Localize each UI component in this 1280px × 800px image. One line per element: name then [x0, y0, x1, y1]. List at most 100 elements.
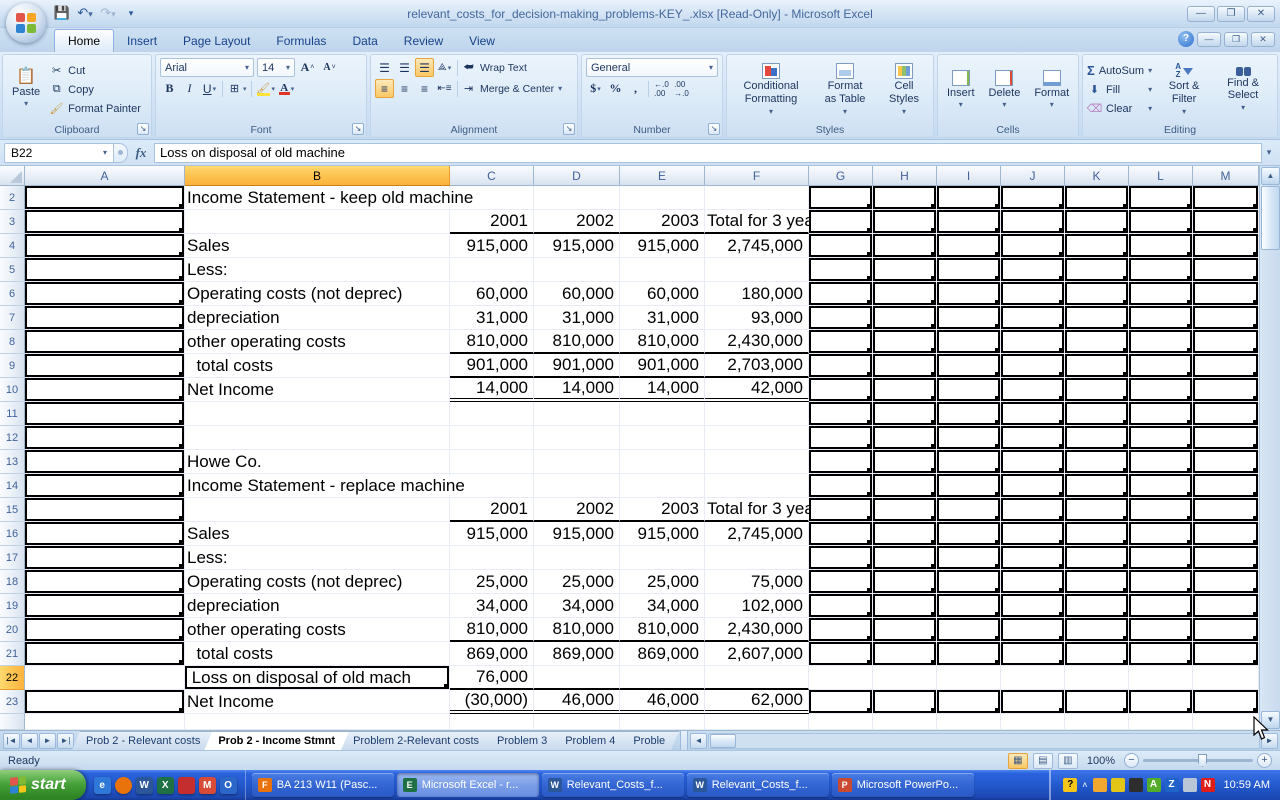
cell-G11[interactable]	[809, 402, 873, 426]
cell-J4[interactable]	[1001, 234, 1065, 258]
cell-L6[interactable]	[1129, 282, 1193, 306]
cell-M16[interactable]	[1193, 522, 1259, 546]
cell-A6[interactable]	[25, 282, 185, 306]
number-dialog-launcher-icon[interactable]: ↘	[708, 123, 720, 135]
cell-H10[interactable]	[873, 378, 937, 402]
row-header-14[interactable]: 14	[0, 474, 25, 498]
percent-style-button[interactable]: %	[606, 79, 625, 98]
row-header-17[interactable]: 17	[0, 546, 25, 570]
cell-M18[interactable]	[1193, 570, 1259, 594]
redo-icon[interactable]: ↷▾	[98, 4, 118, 23]
cell-D5[interactable]	[534, 258, 620, 282]
underline-button[interactable]: U▾	[200, 79, 219, 98]
workbook-close-button[interactable]: ✕	[1251, 32, 1275, 47]
name-box[interactable]: B22▾	[4, 143, 114, 163]
volume-tray-icon[interactable]	[1183, 778, 1197, 792]
cell-I8[interactable]	[937, 330, 1001, 354]
cell-C8[interactable]: 810,000	[450, 330, 534, 354]
increase-decimal-button[interactable]: ←.0.00	[652, 79, 671, 98]
cell-G20[interactable]	[809, 618, 873, 642]
cell-F11[interactable]	[705, 402, 809, 426]
workbook-minimize-button[interactable]: —	[1197, 32, 1221, 47]
cell-B8[interactable]: other operating costs	[185, 330, 450, 354]
cell-G23[interactable]	[809, 690, 873, 714]
cell-J5[interactable]	[1001, 258, 1065, 282]
internet-explorer-icon[interactable]: e	[94, 777, 111, 794]
cell-L19[interactable]	[1129, 594, 1193, 618]
hide-icons-chevron[interactable]: ˄	[1082, 780, 1087, 790]
sheet-tab-proble[interactable]: Proble	[619, 731, 679, 750]
outlook-icon[interactable]: O	[220, 777, 237, 794]
column-header-C[interactable]: C	[450, 166, 534, 186]
workbook-restore-button[interactable]: ❐	[1224, 32, 1248, 47]
cell-H7[interactable]	[873, 306, 937, 330]
cell-C13[interactable]	[450, 450, 534, 474]
cell-F4[interactable]: 2,745,000	[705, 234, 809, 258]
cell-L3[interactable]	[1129, 210, 1193, 234]
cell-E8[interactable]: 810,000	[620, 330, 705, 354]
cell-M4[interactable]	[1193, 234, 1259, 258]
cell-K12[interactable]	[1065, 426, 1129, 450]
cell-F22[interactable]	[705, 666, 809, 690]
cell-D4[interactable]: 915,000	[534, 234, 620, 258]
cell-E23[interactable]: 46,000	[620, 690, 705, 714]
cell-M5[interactable]	[1193, 258, 1259, 282]
cell-L22[interactable]	[1129, 666, 1193, 690]
vertical-scroll-thumb[interactable]	[1261, 186, 1280, 250]
cell-H22[interactable]	[873, 666, 937, 690]
next-sheet-button[interactable]: ►	[39, 733, 56, 749]
cell-G18[interactable]	[809, 570, 873, 594]
cell-L17[interactable]	[1129, 546, 1193, 570]
cell-A3[interactable]	[25, 210, 185, 234]
insert-function-icon[interactable]: fx	[128, 145, 154, 161]
help-icon[interactable]: ?	[1178, 31, 1194, 47]
cell-F20[interactable]: 2,430,000	[705, 618, 809, 642]
cell-I19[interactable]	[937, 594, 1001, 618]
cell-M6[interactable]	[1193, 282, 1259, 306]
cell-J7[interactable]	[1001, 306, 1065, 330]
italic-button[interactable]: I	[180, 79, 199, 98]
cell-J2[interactable]	[1001, 186, 1065, 210]
cell-K4[interactable]	[1065, 234, 1129, 258]
column-header-G[interactable]: G	[809, 166, 873, 186]
column-header-I[interactable]: I	[937, 166, 1001, 186]
cell-J22[interactable]	[1001, 666, 1065, 690]
cell-C9[interactable]: 901,000	[450, 354, 534, 378]
cell-D16[interactable]: 915,000	[534, 522, 620, 546]
taskbar-window-powerpoint[interactable]: PMicrosoft PowerPo...	[832, 773, 974, 797]
customize-qat-icon[interactable]: ▾	[121, 4, 141, 23]
cell-B11[interactable]	[185, 402, 450, 426]
cell-B16[interactable]: Sales	[185, 522, 450, 546]
expand-formula-bar-icon[interactable]: ▾	[1262, 147, 1276, 158]
cell-M11[interactable]	[1193, 402, 1259, 426]
cell-E5[interactable]	[620, 258, 705, 282]
clock[interactable]: 10:59 AM	[1224, 779, 1270, 791]
taskbar-window-word[interactable]: WRelevant_Costs_f...	[542, 773, 684, 797]
cell-E6[interactable]: 60,000	[620, 282, 705, 306]
cell-M9[interactable]	[1193, 354, 1259, 378]
cell-F10[interactable]: 42,000	[705, 378, 809, 402]
cell-E19[interactable]: 34,000	[620, 594, 705, 618]
accounting-format-button[interactable]: $▾	[586, 79, 605, 98]
cell-L2[interactable]	[1129, 186, 1193, 210]
cell-D17[interactable]	[534, 546, 620, 570]
cell-I2[interactable]	[937, 186, 1001, 210]
cell-I15[interactable]	[937, 498, 1001, 522]
cell-G19[interactable]	[809, 594, 873, 618]
cell-C10[interactable]: 14,000	[450, 378, 534, 402]
formula-input[interactable]: Loss on disposal of old machine	[154, 143, 1262, 163]
format-painter-button[interactable]: 🖌Format Painter	[49, 99, 141, 118]
normal-view-icon[interactable]: ▦	[1008, 753, 1028, 769]
cell-H20[interactable]	[873, 618, 937, 642]
cell-D2[interactable]	[534, 186, 620, 210]
row-header-7[interactable]: 7	[0, 306, 25, 330]
column-header-D[interactable]: D	[534, 166, 620, 186]
cell-G5[interactable]	[809, 258, 873, 282]
cell-J6[interactable]	[1001, 282, 1065, 306]
cell-A8[interactable]	[25, 330, 185, 354]
cell-D18[interactable]: 25,000	[534, 570, 620, 594]
cell-I22[interactable]	[937, 666, 1001, 690]
cell-G16[interactable]	[809, 522, 873, 546]
cell-J13[interactable]	[1001, 450, 1065, 474]
cell-A17[interactable]	[25, 546, 185, 570]
